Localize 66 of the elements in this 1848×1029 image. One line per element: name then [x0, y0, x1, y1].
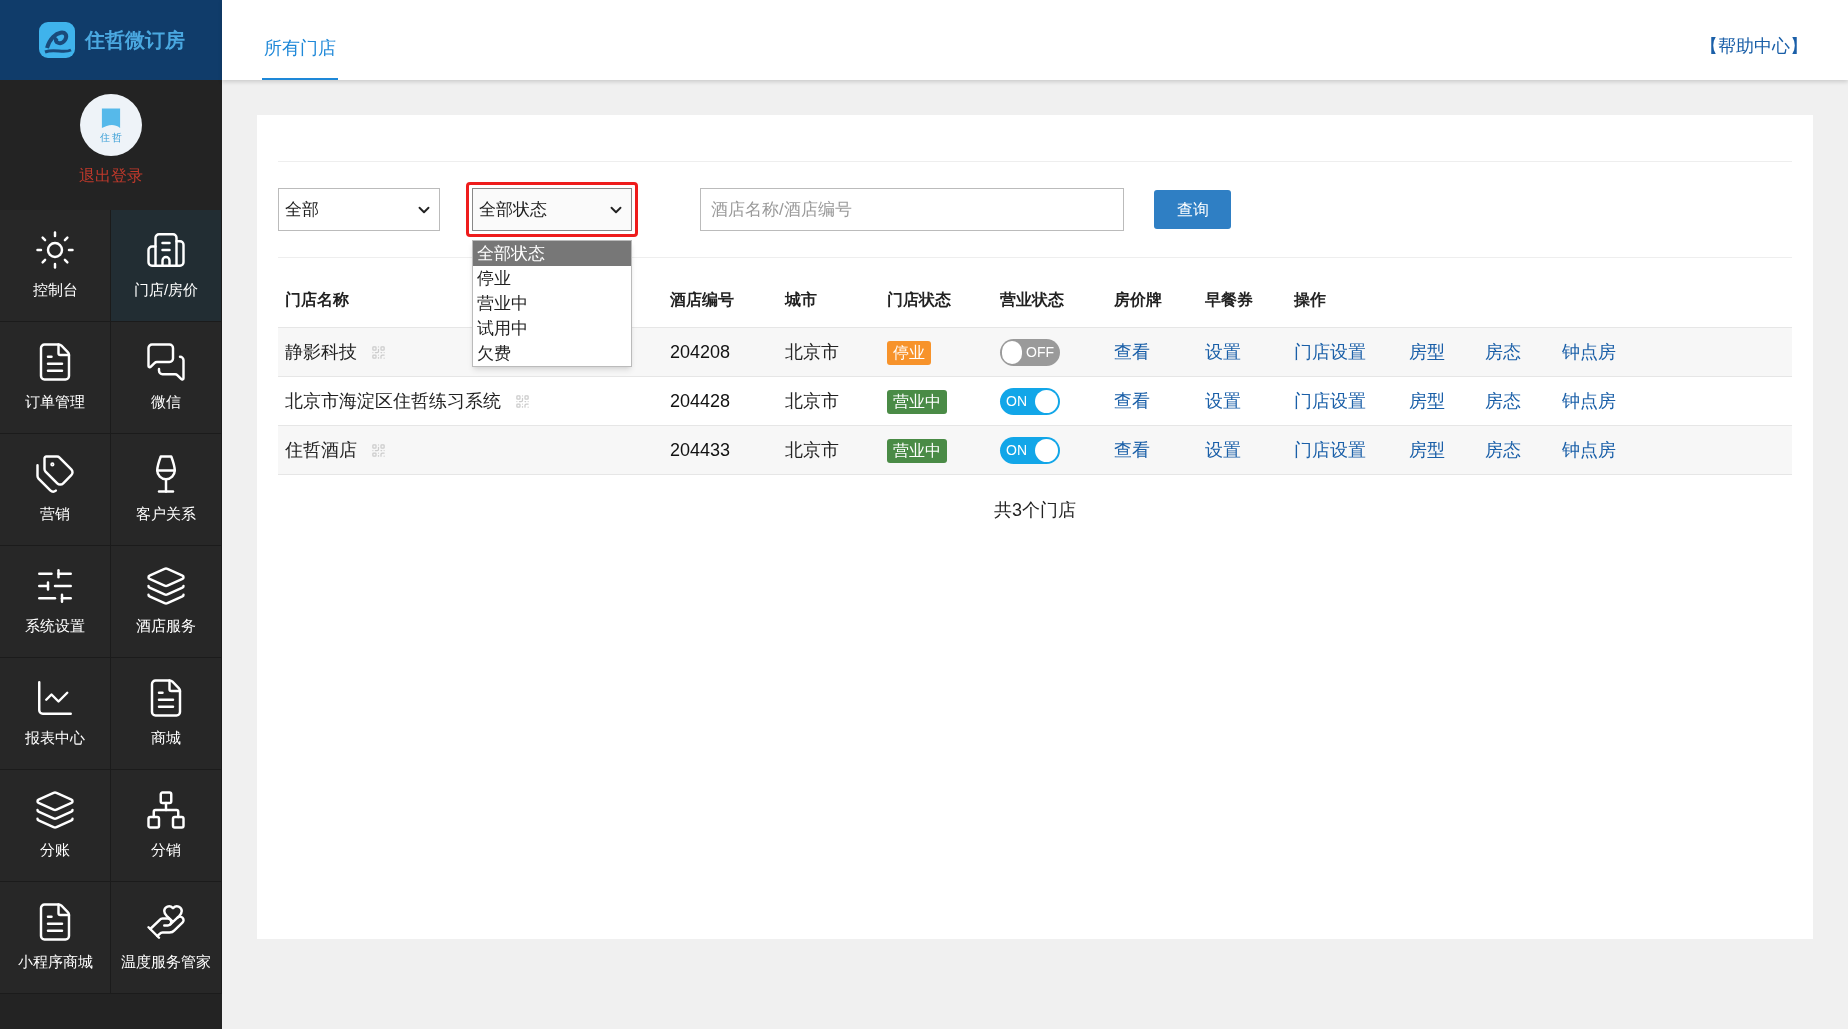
help-link[interactable]: 【帮助中心】 — [1700, 33, 1808, 60]
sidebar-item[interactable]: 酒店服务 — [111, 546, 222, 658]
status-select[interactable]: 全部状态 — [472, 188, 632, 231]
action-link[interactable]: 房态 — [1485, 338, 1562, 366]
sidebar-item[interactable]: 客户关系 — [111, 434, 222, 546]
store-name: 住哲酒店 — [285, 438, 357, 462]
avatar-caption: 住 哲 — [99, 132, 123, 144]
action-link[interactable]: 门店设置 — [1294, 387, 1409, 415]
city: 北京市 — [785, 438, 840, 462]
view-link[interactable]: 查看 — [1114, 338, 1205, 366]
hotel-code: 204428 — [670, 389, 732, 413]
column-header: 城市 — [785, 291, 817, 308]
action-link[interactable]: 房态 — [1485, 387, 1562, 415]
view-link[interactable]: 查看 — [1114, 387, 1205, 415]
settings-link[interactable]: 设置 — [1205, 338, 1294, 366]
sidebar-item[interactable]: 控制台 — [0, 210, 111, 322]
sidebar-item[interactable]: 分销 — [111, 770, 222, 882]
column-header: 酒店编号 — [670, 291, 734, 308]
action-link[interactable]: 门店设置 — [1294, 338, 1409, 366]
action-link[interactable]: 钟点房 — [1562, 338, 1639, 366]
sidebar-item[interactable]: 温度服务管家 — [111, 882, 222, 994]
column-header: 门店名称 — [285, 291, 349, 308]
dropdown-option[interactable]: 全部状态 — [473, 241, 631, 266]
action-link[interactable]: 钟点房 — [1562, 387, 1639, 415]
sidebar-item[interactable]: 商城 — [111, 658, 222, 770]
view-link[interactable]: 查看 — [1114, 436, 1205, 464]
query-button[interactable]: 查询 — [1154, 190, 1231, 229]
sidebar-item[interactable]: 小程序商城 — [0, 882, 111, 994]
city: 北京市 — [785, 389, 840, 413]
dropdown-option[interactable]: 欠费 — [473, 341, 631, 366]
status-badge: 营业中 — [887, 389, 947, 414]
region-select[interactable]: 全部 — [278, 188, 440, 231]
store-name: 北京市海淀区住哲练习系统 — [285, 389, 501, 413]
action-link[interactable]: 房型 — [1409, 436, 1485, 464]
store-name: 静影科技 — [285, 340, 357, 364]
hotel-code: 204208 — [670, 340, 732, 364]
brand-name: 住哲微订房 — [85, 28, 185, 53]
dropdown-option[interactable]: 试用中 — [473, 316, 631, 341]
dropdown-option[interactable]: 营业中 — [473, 291, 631, 316]
column-header: 房价牌 — [1114, 291, 1162, 308]
status-badge: 停业 — [887, 340, 931, 365]
dropdown-option[interactable]: 停业 — [473, 266, 631, 291]
status-badge: 营业中 — [887, 438, 947, 463]
sidebar-item[interactable]: 订单管理 — [0, 322, 111, 434]
action-link[interactable]: 房型 — [1409, 387, 1485, 415]
sidebar-item[interactable]: 系统设置 — [0, 546, 111, 658]
column-header: 门店状态 — [887, 291, 951, 308]
action-link[interactable]: 房型 — [1409, 338, 1485, 366]
sidebar-item[interactable]: 门店/房价 — [111, 210, 222, 322]
city: 北京市 — [785, 340, 840, 364]
tab[interactable]: 所有门店 — [262, 35, 338, 80]
column-header: 早餐券 — [1205, 291, 1253, 308]
action-link[interactable]: 钟点房 — [1562, 436, 1639, 464]
column-header: 操作 — [1294, 291, 1326, 308]
column-header: 营业状态 — [1000, 291, 1064, 308]
action-link[interactable]: 门店设置 — [1294, 436, 1409, 464]
sidebar-item[interactable]: 营销 — [0, 434, 111, 546]
hotel-code: 204433 — [670, 438, 732, 462]
sidebar-item[interactable]: 分账 — [0, 770, 111, 882]
total-count: 共3个门店 — [994, 499, 1076, 522]
action-link[interactable]: 房态 — [1485, 436, 1562, 464]
settings-link[interactable]: 设置 — [1205, 387, 1294, 415]
sidebar-item[interactable]: 报表中心 — [0, 658, 111, 770]
search-field[interactable]: 酒店名称/酒店编号 — [700, 188, 1124, 231]
sidebar-item[interactable]: 微信 — [111, 322, 222, 434]
settings-link[interactable]: 设置 — [1205, 436, 1294, 464]
